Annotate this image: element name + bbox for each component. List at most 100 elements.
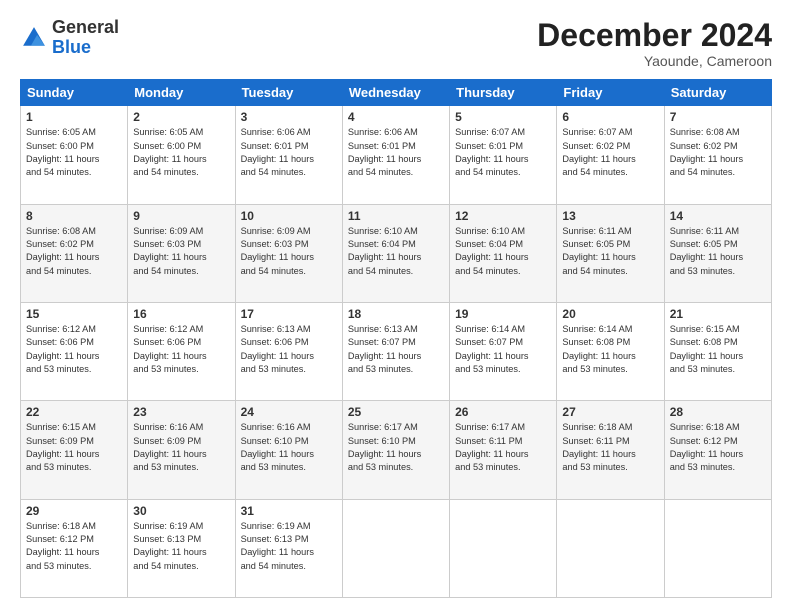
day-number: 3 [241,110,337,124]
table-cell: 25 Sunrise: 6:17 AMSunset: 6:10 PMDayligh… [342,401,449,499]
day-number: 10 [241,209,337,223]
day-number: 25 [348,405,444,419]
day-info: Sunrise: 6:06 AMSunset: 6:01 PMDaylight:… [241,126,337,179]
table-cell: 26Sunrise: 6:17 AMSunset: 6:11 PMDayligh… [450,401,557,499]
day-info: Sunrise: 6:12 AMSunset: 6:06 PMDaylight:… [133,323,229,376]
table-cell: 5 Sunrise: 6:07 AMSunset: 6:01 PMDaylight… [450,106,557,204]
col-wednesday: Wednesday [342,80,449,106]
table-cell: 14Sunrise: 6:11 AMSunset: 6:05 PMDayligh… [664,204,771,302]
day-info: Sunrise: 6:14 AMSunset: 6:07 PMDaylight:… [455,323,551,376]
day-number: 8 [26,209,122,223]
col-tuesday: Tuesday [235,80,342,106]
logo-text: General Blue [52,18,119,58]
day-number: 19 [455,307,551,321]
day-number: 1 [26,110,122,124]
table-cell: 12 Sunrise: 6:10 AMSunset: 6:04 PMDayligh… [450,204,557,302]
day-info: Sunrise: 6:17 AMSunset: 6:10 PMDaylight:… [348,421,444,474]
calendar-table: Sunday Monday Tuesday Wednesday Thursday… [20,79,772,598]
day-info: Sunrise: 6:08 AMSunset: 6:02 PMDaylight:… [670,126,766,179]
week-row-1: 1 Sunrise: 6:05 AMSunset: 6:00 PMDaylight… [21,106,772,204]
day-info: Sunrise: 6:07 AMSunset: 6:01 PMDaylight:… [455,126,551,179]
table-cell: 27 Sunrise: 6:18 AMSunset: 6:11 PMDayligh… [557,401,664,499]
day-info: Sunrise: 6:11 AMSunset: 6:05 PMDaylight:… [670,225,766,278]
day-info: Sunrise: 6:09 AMSunset: 6:03 PMDaylight:… [133,225,229,278]
col-friday: Friday [557,80,664,106]
day-number: 27 [562,405,658,419]
day-number: 2 [133,110,229,124]
table-cell: 3 Sunrise: 6:06 AMSunset: 6:01 PMDaylight… [235,106,342,204]
day-info: Sunrise: 6:19 AMSunset: 6:13 PMDaylight:… [133,520,229,573]
table-cell: 21 Sunrise: 6:15 AMSunset: 6:08 PMDayligh… [664,302,771,400]
day-info: Sunrise: 6:16 AMSunset: 6:10 PMDaylight:… [241,421,337,474]
day-info: Sunrise: 6:05 AMSunset: 6:00 PMDaylight:… [26,126,122,179]
day-info: Sunrise: 6:10 AMSunset: 6:04 PMDaylight:… [455,225,551,278]
header: General Blue December 2024 Yaounde, Came… [20,18,772,69]
table-cell: 13 Sunrise: 6:11 AMSunset: 6:05 PMDayligh… [557,204,664,302]
day-info: Sunrise: 6:18 AMSunset: 6:11 PMDaylight:… [562,421,658,474]
logo-general: General [52,17,119,37]
table-cell: 16 Sunrise: 6:12 AMSunset: 6:06 PMDayligh… [128,302,235,400]
table-cell: 23 Sunrise: 6:16 AMSunset: 6:09 PMDayligh… [128,401,235,499]
day-info: Sunrise: 6:09 AMSunset: 6:03 PMDaylight:… [241,225,337,278]
day-number: 5 [455,110,551,124]
day-number: 23 [133,405,229,419]
day-info: Sunrise: 6:05 AMSunset: 6:00 PMDaylight:… [133,126,229,179]
day-number: 11 [348,209,444,223]
day-info: Sunrise: 6:19 AMSunset: 6:13 PMDaylight:… [241,520,337,573]
day-number: 15 [26,307,122,321]
table-cell: 7 Sunrise: 6:08 AMSunset: 6:02 PMDaylight… [664,106,771,204]
table-cell [664,499,771,597]
table-cell: 30 Sunrise: 6:19 AMSunset: 6:13 PMDayligh… [128,499,235,597]
day-number: 22 [26,405,122,419]
day-number: 18 [348,307,444,321]
day-number: 12 [455,209,551,223]
day-number: 29 [26,504,122,518]
table-cell: 22Sunrise: 6:15 AMSunset: 6:09 PMDayligh… [21,401,128,499]
day-info: Sunrise: 6:15 AMSunset: 6:08 PMDaylight:… [670,323,766,376]
table-cell: 17 Sunrise: 6:13 AMSunset: 6:06 PMDayligh… [235,302,342,400]
day-number: 17 [241,307,337,321]
logo-blue: Blue [52,37,91,57]
table-cell [450,499,557,597]
col-sunday: Sunday [21,80,128,106]
day-number: 20 [562,307,658,321]
day-number: 16 [133,307,229,321]
table-cell: 18 Sunrise: 6:13 AMSunset: 6:07 PMDayligh… [342,302,449,400]
table-cell: 11Sunrise: 6:10 AMSunset: 6:04 PMDayligh… [342,204,449,302]
calendar-header-row: Sunday Monday Tuesday Wednesday Thursday… [21,80,772,106]
week-row-3: 15 Sunrise: 6:12 AMSunset: 6:06 PMDayligh… [21,302,772,400]
day-number: 30 [133,504,229,518]
day-info: Sunrise: 6:13 AMSunset: 6:06 PMDaylight:… [241,323,337,376]
day-info: Sunrise: 6:11 AMSunset: 6:05 PMDaylight:… [562,225,658,278]
day-info: Sunrise: 6:12 AMSunset: 6:06 PMDaylight:… [26,323,122,376]
day-number: 26 [455,405,551,419]
day-number: 4 [348,110,444,124]
day-info: Sunrise: 6:18 AMSunset: 6:12 PMDaylight:… [670,421,766,474]
col-saturday: Saturday [664,80,771,106]
table-cell: 8 Sunrise: 6:08 AMSunset: 6:02 PMDaylight… [21,204,128,302]
day-number: 24 [241,405,337,419]
col-thursday: Thursday [450,80,557,106]
logo-icon [20,24,48,52]
day-number: 28 [670,405,766,419]
day-info: Sunrise: 6:08 AMSunset: 6:02 PMDaylight:… [26,225,122,278]
col-monday: Monday [128,80,235,106]
day-info: Sunrise: 6:13 AMSunset: 6:07 PMDaylight:… [348,323,444,376]
table-cell: 10 Sunrise: 6:09 AMSunset: 6:03 PMDayligh… [235,204,342,302]
day-number: 7 [670,110,766,124]
day-number: 13 [562,209,658,223]
day-number: 21 [670,307,766,321]
month-title: December 2024 [537,18,772,53]
week-row-5: 29Sunrise: 6:18 AMSunset: 6:12 PMDayligh… [21,499,772,597]
title-area: December 2024 Yaounde, Cameroon [537,18,772,69]
day-number: 9 [133,209,229,223]
table-cell: 9 Sunrise: 6:09 AMSunset: 6:03 PMDaylight… [128,204,235,302]
table-cell: 19 Sunrise: 6:14 AMSunset: 6:07 PMDayligh… [450,302,557,400]
table-cell: 31Sunrise: 6:19 AMSunset: 6:13 PMDayligh… [235,499,342,597]
week-row-2: 8 Sunrise: 6:08 AMSunset: 6:02 PMDaylight… [21,204,772,302]
day-info: Sunrise: 6:16 AMSunset: 6:09 PMDaylight:… [133,421,229,474]
day-info: Sunrise: 6:14 AMSunset: 6:08 PMDaylight:… [562,323,658,376]
day-info: Sunrise: 6:07 AMSunset: 6:02 PMDaylight:… [562,126,658,179]
logo: General Blue [20,18,119,58]
table-cell: 28 Sunrise: 6:18 AMSunset: 6:12 PMDayligh… [664,401,771,499]
